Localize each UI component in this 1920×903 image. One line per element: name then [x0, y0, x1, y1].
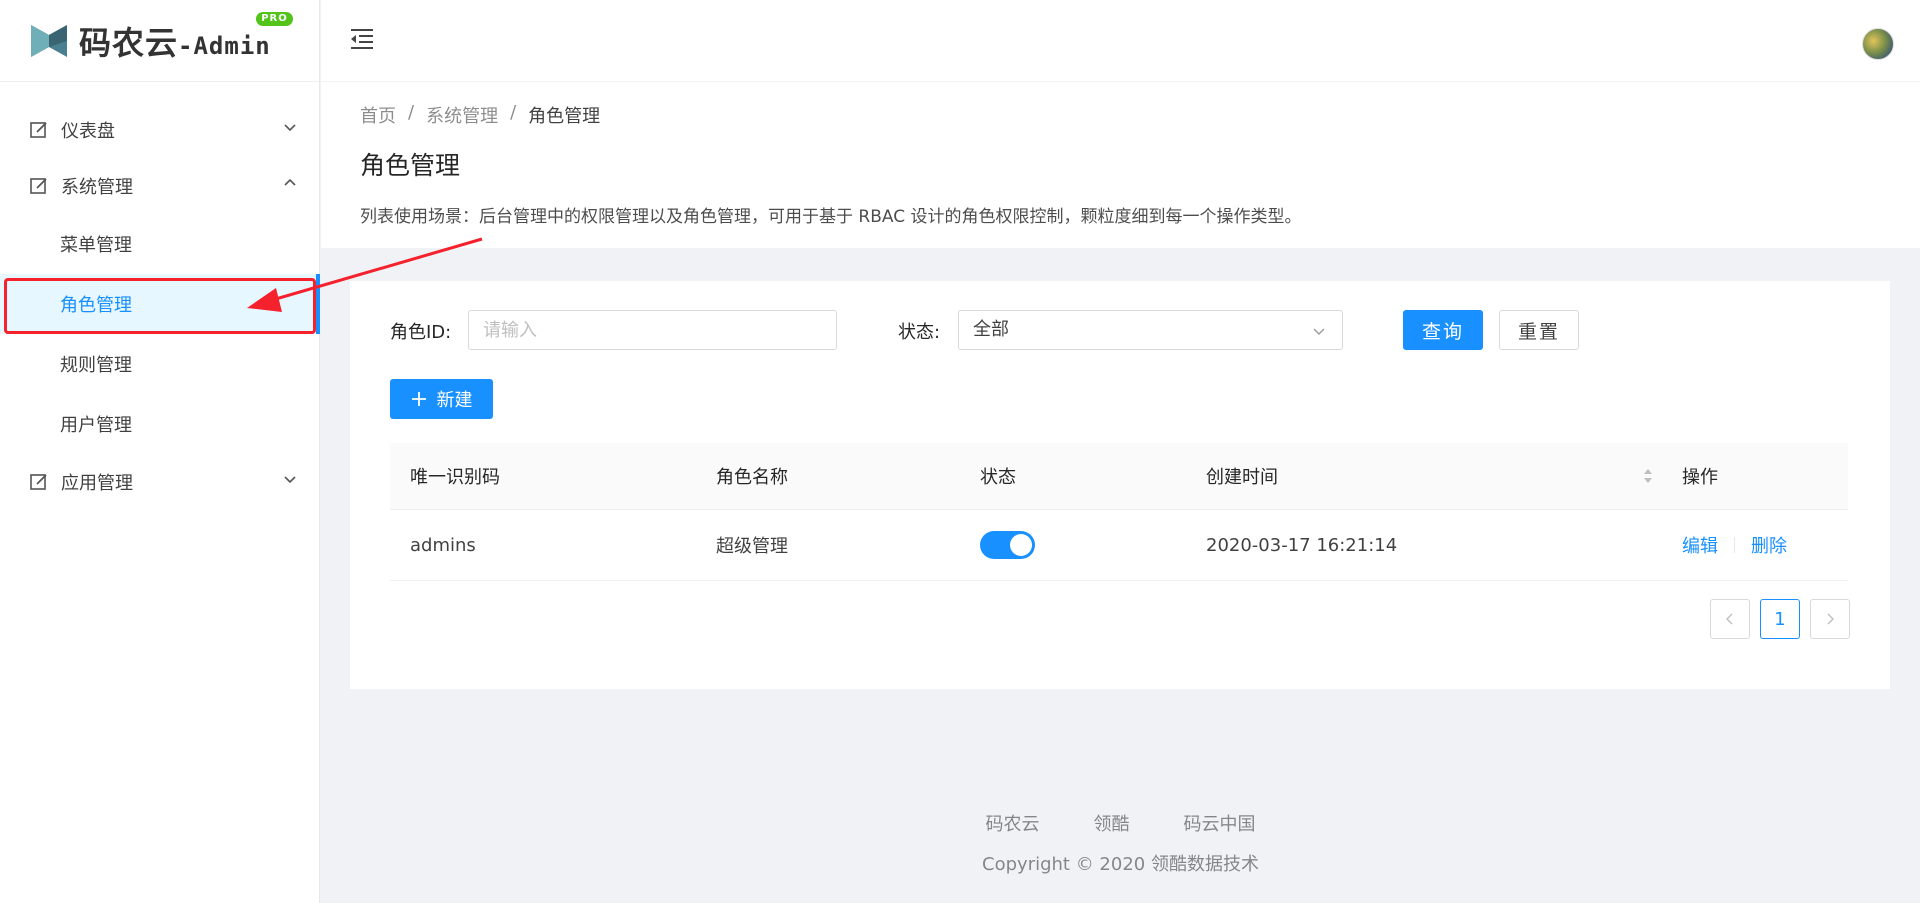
pagination: 1 — [1700, 599, 1850, 639]
filter-form: 角色ID: 状态: 全部 查询 重置 — [390, 310, 1840, 350]
sidebar-item-label: 应用管理 — [61, 473, 133, 494]
status-select-value: 全部 — [973, 319, 1009, 340]
breadcrumb-current: 角色管理 — [528, 106, 601, 127]
edit-icon — [30, 474, 47, 490]
footer-link[interactable]: 码农云 — [986, 810, 1040, 836]
role-table: 唯一识别码 角色名称 状态 创建时间 操作 admins 超级管理 2020-0… — [390, 443, 1848, 581]
sidebar-item-user-management[interactable]: 用户管理 — [0, 394, 319, 454]
prev-page-button[interactable] — [1710, 599, 1750, 639]
plus-icon — [411, 392, 426, 406]
footer-link[interactable]: 领酷 — [1094, 810, 1130, 836]
cell-actions: 编辑 删除 — [1682, 510, 1787, 580]
sort-icon[interactable] — [1642, 467, 1654, 485]
logo-icon — [31, 24, 67, 57]
column-header-code: 唯一识别码 — [410, 467, 500, 488]
status-toggle[interactable] — [980, 531, 1035, 559]
page-header: 首页 / 系统管理 / 角色管理 角色管理 列表使用场景：后台管理中的权限管理以… — [321, 82, 1920, 248]
column-header-status: 状态 — [980, 467, 1016, 488]
edit-link[interactable]: 编辑 — [1682, 532, 1718, 558]
breadcrumb-system[interactable]: 系统管理 — [426, 102, 498, 128]
sidebar-item-dashboard[interactable]: 仪表盘 — [0, 102, 319, 158]
page-title: 角色管理 — [360, 151, 461, 180]
role-id-input[interactable] — [468, 310, 837, 350]
sidebar-item-label: 菜单管理 — [60, 235, 132, 256]
footer-links: 码农云 领酷 码云中国 — [321, 810, 1920, 836]
breadcrumb-separator: / — [510, 102, 517, 123]
column-header-name: 角色名称 — [716, 467, 788, 488]
sidebar-item-label: 规则管理 — [60, 355, 132, 376]
logo[interactable]: 码农云-Admin PRO — [0, 0, 319, 82]
edit-icon — [30, 178, 47, 194]
status-select[interactable]: 全部 — [958, 310, 1343, 350]
top-header — [321, 0, 1920, 82]
user-avatar[interactable] — [1862, 28, 1894, 60]
sidebar-item-label: 系统管理 — [61, 177, 133, 198]
logo-text: 码农云-Admin PRO — [79, 11, 293, 64]
sidebar-item-rule-management[interactable]: 规则管理 — [0, 334, 319, 394]
cell-name: 超级管理 — [716, 536, 788, 557]
logo-suffix-text: -Admin — [178, 31, 271, 60]
delete-link[interactable]: 删除 — [1751, 532, 1787, 558]
annotation-highlight-box — [4, 278, 316, 334]
next-page-button[interactable] — [1810, 599, 1850, 639]
sidebar: 码农云-Admin PRO 仪表盘 系统管理 菜单管理 角色管理 规则管理 用户… — [0, 0, 320, 903]
table-row: admins 超级管理 2020-03-17 16:21:14 编辑 删除 — [390, 510, 1848, 581]
column-header-created[interactable]: 创建时间 — [1206, 443, 1278, 509]
new-button-label: 新建 — [436, 390, 473, 411]
chevron-right-icon — [1827, 613, 1834, 625]
breadcrumb: 首页 / 系统管理 / 角色管理 — [360, 102, 1920, 128]
cell-created: 2020-03-17 16:21:14 — [1206, 534, 1398, 556]
menu-fold-icon[interactable] — [349, 26, 375, 52]
chevron-down-icon — [284, 476, 296, 484]
footer-link[interactable]: 码云中国 — [1184, 810, 1256, 836]
status-label: 状态: — [898, 322, 941, 343]
query-button[interactable]: 查询 — [1403, 310, 1483, 350]
cell-status — [980, 510, 1035, 580]
sidebar-item-label: 仪表盘 — [61, 121, 115, 142]
cell-code: admins — [410, 534, 476, 556]
chevron-down-icon — [1313, 328, 1325, 335]
chevron-down-icon — [284, 124, 296, 132]
new-button[interactable]: 新建 — [390, 379, 493, 419]
footer: 码农云 领酷 码云中国 Copyright © 2020 领酷数据技术 — [321, 810, 1920, 876]
table-header: 唯一识别码 角色名称 状态 创建时间 操作 — [390, 443, 1848, 510]
breadcrumb-separator: / — [408, 102, 415, 123]
breadcrumb-home[interactable]: 首页 — [360, 102, 396, 128]
edit-icon — [30, 122, 47, 138]
sidebar-item-label: 用户管理 — [60, 415, 132, 436]
content-card: 角色ID: 状态: 全部 查询 重置 新建 唯一识别码 角色名称 状态 创建时间… — [350, 281, 1890, 689]
page-description: 列表使用场景：后台管理中的权限管理以及角色管理，可用于基于 RBAC 设计的角色… — [360, 207, 1302, 227]
column-header-actions: 操作 — [1682, 467, 1718, 488]
sidebar-item-menu-management[interactable]: 菜单管理 — [0, 214, 319, 274]
reset-button[interactable]: 重置 — [1499, 310, 1579, 350]
sidebar-item-app-management[interactable]: 应用管理 — [0, 454, 319, 510]
action-divider — [1734, 537, 1735, 553]
sidebar-item-system[interactable]: 系统管理 — [0, 158, 319, 214]
role-id-label: 角色ID: — [390, 322, 452, 343]
chevron-up-icon — [284, 178, 296, 186]
logo-main-text: 码农云 — [79, 23, 179, 62]
chevron-left-icon — [1726, 613, 1733, 625]
pro-badge: PRO — [256, 11, 293, 26]
page-button-current[interactable]: 1 — [1760, 599, 1800, 639]
copyright-text: Copyright © 2020 领酷数据技术 — [982, 854, 1259, 875]
